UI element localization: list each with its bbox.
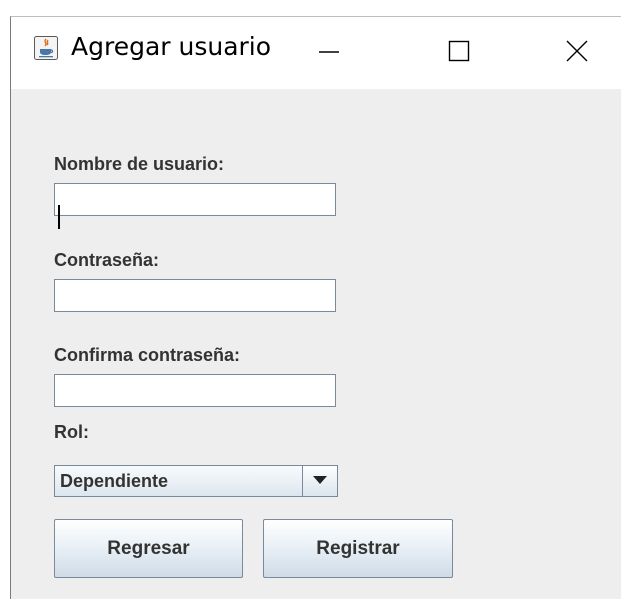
role-select[interactable]: Dependiente [54, 465, 338, 497]
password-input[interactable] [54, 279, 336, 312]
minimize-button[interactable] [284, 17, 374, 89]
register-button[interactable]: Registrar [263, 519, 453, 578]
close-button[interactable] [532, 17, 621, 89]
minimize-icon [317, 39, 341, 68]
confirm-password-input[interactable] [54, 374, 336, 407]
window-title: Agregar usuario [71, 32, 272, 61]
dropdown-arrow-button[interactable] [302, 466, 337, 496]
title-bar[interactable]: Agregar usuario [11, 17, 621, 89]
password-label: Contraseña: [54, 250, 160, 270]
close-icon [565, 39, 589, 68]
chevron-down-icon [313, 472, 327, 490]
back-button[interactable]: Regresar [54, 519, 243, 578]
dialog-window: Agregar usuario Nombre de usuario: Contr… [10, 16, 621, 599]
maximize-icon [448, 40, 470, 67]
text-caret [58, 205, 60, 229]
role-selected-value: Dependiente [60, 471, 169, 491]
username-label: Nombre de usuario: [54, 154, 225, 174]
java-icon [34, 36, 58, 60]
role-label: Rol: [54, 422, 89, 442]
username-input[interactable] [54, 183, 336, 216]
maximize-button[interactable] [414, 17, 504, 89]
confirm-password-label: Confirma contraseña: [54, 345, 241, 365]
